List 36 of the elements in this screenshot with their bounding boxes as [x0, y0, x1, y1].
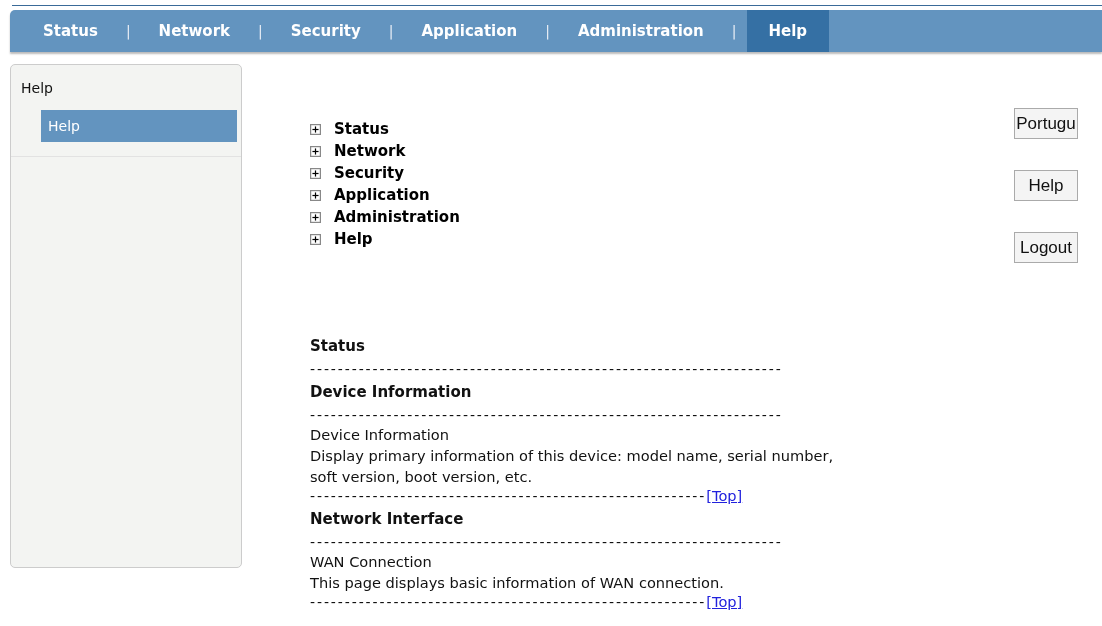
nav-separator: | [387, 22, 395, 42]
dashed-rule: -------------------------------------------------------------------- [310, 360, 783, 378]
sidebar-title: Help [20, 79, 54, 96]
top-link[interactable]: [Top] [706, 593, 743, 611]
help-text: Device Information [310, 425, 450, 445]
nav-separator: | [544, 22, 551, 42]
dashed-rule: -------------------------------------------------------------------- [310, 406, 783, 424]
expand-icon[interactable] [310, 145, 321, 157]
help-text: Display primary information of this device: model name, serial number, soft version, boot version, etc. [310, 446, 835, 487]
expand-icon[interactable] [310, 233, 321, 245]
tree-item[interactable]: Status [334, 120, 389, 138]
tree-item[interactable]: Security [334, 164, 405, 182]
expand-icon[interactable] [310, 189, 321, 201]
help-text: WAN Connection [310, 552, 432, 572]
action-button[interactable]: Portugu [1014, 108, 1078, 139]
expand-icon[interactable] [310, 167, 321, 179]
section-heading: Status [310, 336, 365, 357]
nav-tab[interactable]: Help [746, 10, 830, 52]
dashed-rule: --------------------------------------------------------- [310, 487, 707, 505]
action-button[interactable]: Logout [1014, 232, 1078, 263]
nav-separator: | [257, 22, 264, 42]
action-button[interactable]: Help [1014, 170, 1078, 201]
expand-icon[interactable] [310, 211, 321, 223]
top-link[interactable]: [Top] [706, 487, 743, 505]
nav-separator: | [124, 22, 132, 42]
help-text: This page displays basic information of WAN connection. [310, 573, 724, 593]
tree-item[interactable]: Application [334, 186, 430, 204]
tree-item[interactable]: Help [334, 230, 373, 248]
dashed-rule: --------------------------------------------------------- [310, 593, 707, 611]
tree-item[interactable]: Network [334, 142, 406, 160]
section-heading: Device Information [310, 382, 472, 403]
nav-separator: | [730, 22, 738, 42]
expand-icon[interactable] [310, 123, 321, 135]
section-heading: Network Interface [310, 509, 464, 530]
tree-item[interactable]: Administration [334, 208, 460, 226]
dashed-rule: -------------------------------------------------------------------- [310, 533, 783, 551]
